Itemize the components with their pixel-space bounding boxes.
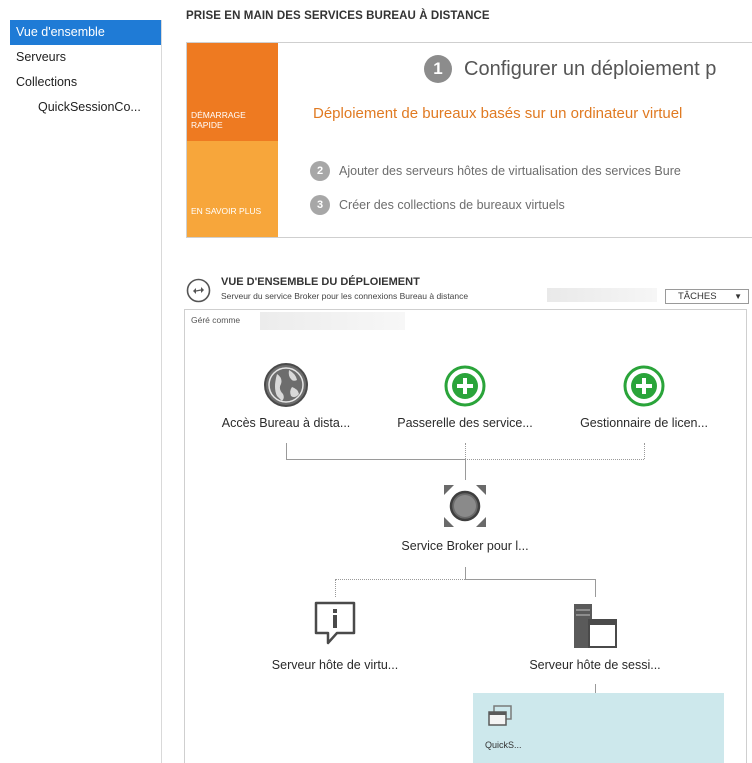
connector [595,684,596,693]
step-3-number: 3 [310,195,330,215]
deployment-overview-subtitle: Serveur du service Broker pour les conne… [221,291,469,301]
step-1: 1 Configurer un déploiement p [424,55,716,83]
sidebar: Vue d'ensemble Serveurs Collections Quic… [10,20,162,763]
redacted-server-name [547,288,657,302]
deploy-virtual-desktops-link[interactable]: Déploiement de bureaux basés sur un ordi… [313,103,733,124]
deployment-diagram: Géré comme Accès Bureau à dista... Passe… [184,309,747,763]
rd-gateway-node[interactable]: Passerelle des service... [397,416,532,430]
connector [595,579,596,597]
connector [335,579,336,597]
globe-icon[interactable] [263,362,309,408]
managed-as-label: Géré comme [191,315,241,325]
connector [465,459,644,460]
deployment-overview-title: VUE D'ENSEMBLE DU DÉPLOIEMENT [221,276,420,288]
sidebar-item-collections[interactable]: Collections [10,70,161,95]
step-2-number: 2 [310,161,330,181]
server-icon[interactable] [571,602,619,650]
quick-start-tile[interactable]: DÉMARRAGE RAPIDE [187,43,278,141]
collection-label: QuickS... [485,740,522,750]
rd-session-host-node[interactable]: Serveur hôte de sessi... [529,658,660,672]
redacted-managed-as-value [260,312,405,330]
connector [465,567,466,579]
rd-web-access-node[interactable]: Accès Bureau à dista... [222,416,351,430]
connector [335,579,465,580]
quick-start-panel: DÉMARRAGE RAPIDE EN SAVOIR PLUS 1 Config… [186,42,752,238]
info-icon[interactable] [313,600,357,646]
rd-licensing-node[interactable]: Gestionnaire de licen... [580,416,708,430]
broker-icon[interactable] [441,482,489,530]
sidebar-item-overview[interactable]: Vue d'ensemble [10,20,161,45]
connector [286,459,465,460]
quick-start-tile-label: DÉMARRAGE RAPIDE [191,110,246,130]
sidebar-item-quicksession-collection[interactable]: QuickSessionCo... [10,95,161,120]
step-3-text: Créer des collections de bureaux virtuel… [339,198,565,212]
window-icon [488,705,512,726]
connector [286,443,287,459]
tasks-dropdown[interactable]: TÂCHES ▼ [665,289,749,304]
learn-more-tile[interactable]: EN SAVOIR PLUS [187,141,278,237]
chevron-down-icon: ▼ [734,292,742,301]
step-1-text: Configurer un déploiement p [464,57,717,80]
main-content: PRISE EN MAIN DES SERVICES BUREAU À DIST… [162,0,752,763]
connector [644,443,645,459]
rd-connection-broker-node[interactable]: Service Broker pour l... [401,539,528,553]
connector [465,579,595,580]
step-1-number: 1 [424,55,452,83]
quick-start-title: PRISE EN MAIN DES SERVICES BUREAU À DIST… [186,10,490,22]
step-3[interactable]: 3 Créer des collections de bureaux virtu… [310,195,565,215]
session-collection-node[interactable]: QuickS... [473,693,724,763]
connector [465,459,466,480]
deployment-overview-icon [186,278,211,303]
plus-icon[interactable] [444,365,486,407]
sidebar-item-servers[interactable]: Serveurs [10,45,161,70]
tasks-label: TÂCHES [678,291,717,302]
learn-more-tile-label: EN SAVOIR PLUS [191,206,262,216]
rd-virtualization-host-node[interactable]: Serveur hôte de virtu... [272,658,398,672]
plus-icon[interactable] [623,365,665,407]
step-2-text: Ajouter des serveurs hôtes de virtualisa… [339,164,681,178]
step-2[interactable]: 2 Ajouter des serveurs hôtes de virtuali… [310,161,681,181]
